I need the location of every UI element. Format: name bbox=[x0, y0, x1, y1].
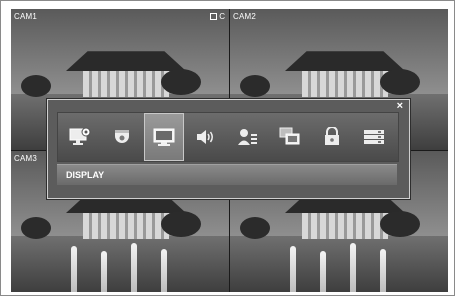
fountain-jet bbox=[290, 246, 296, 292]
fountain-jet bbox=[380, 249, 386, 292]
fountain-jet bbox=[131, 243, 137, 292]
menu-item-storage[interactable] bbox=[354, 113, 394, 161]
fountain-jet bbox=[71, 246, 77, 292]
camera-label: CAM3 bbox=[14, 154, 38, 163]
multi-screen-icon bbox=[279, 127, 300, 145]
fountain-jet bbox=[161, 249, 167, 292]
menu-item-multiscreen[interactable] bbox=[270, 113, 310, 161]
record-box-icon bbox=[210, 13, 218, 20]
camera-icon bbox=[115, 130, 129, 143]
monitor-settings-icon bbox=[69, 127, 91, 145]
main-menu: × DISPLAY bbox=[47, 99, 410, 199]
tree bbox=[380, 69, 420, 95]
tree bbox=[161, 211, 201, 237]
fountain-jet bbox=[350, 243, 356, 292]
pavilion-body bbox=[302, 71, 388, 97]
fountain-jet bbox=[320, 251, 326, 292]
speaker-icon bbox=[197, 130, 213, 144]
menu-item-system[interactable] bbox=[60, 113, 100, 161]
tree bbox=[161, 69, 201, 95]
menu-status-bar: DISPLAY bbox=[57, 164, 397, 185]
tree bbox=[380, 211, 420, 237]
pavilion-body bbox=[83, 213, 169, 239]
pavilion-body bbox=[302, 213, 388, 239]
camera-label: CAM1 bbox=[14, 12, 38, 21]
scene-ground bbox=[11, 235, 229, 292]
scene-ground bbox=[230, 235, 448, 292]
display-icon bbox=[153, 128, 175, 146]
tree bbox=[240, 217, 270, 239]
tree bbox=[21, 217, 51, 239]
record-indicator: C bbox=[210, 12, 225, 21]
tree bbox=[21, 75, 51, 97]
menu-item-security[interactable] bbox=[312, 113, 352, 161]
menu-icon-bar bbox=[57, 112, 399, 162]
menu-item-audio[interactable] bbox=[186, 113, 226, 161]
lock-icon bbox=[325, 127, 339, 145]
camera-label: CAM2 bbox=[233, 12, 257, 21]
tree bbox=[240, 75, 270, 97]
pavilion-body bbox=[83, 71, 169, 97]
close-icon[interactable]: × bbox=[397, 100, 403, 112]
menu-item-display[interactable] bbox=[144, 113, 184, 161]
menu-item-user[interactable] bbox=[228, 113, 268, 161]
monitor-frame: CAM1 C CAM2 CAM3 × DISPLAY bbox=[0, 0, 455, 296]
fountain-jet bbox=[101, 251, 107, 292]
storage-icon bbox=[364, 130, 384, 144]
menu-status-label: DISPLAY bbox=[66, 170, 105, 180]
user-icon bbox=[238, 129, 257, 145]
record-indicator-text: C bbox=[219, 12, 225, 21]
menu-item-camera[interactable] bbox=[102, 113, 142, 161]
